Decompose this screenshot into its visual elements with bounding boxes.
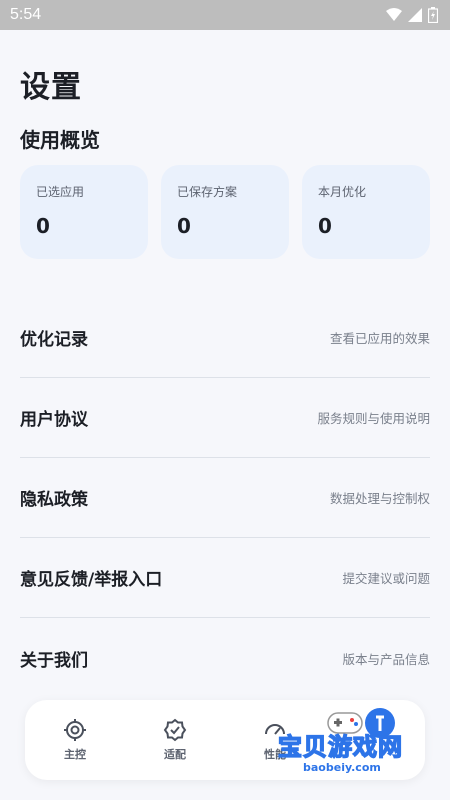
menu-item-title: 意见反馈/举报入口 — [20, 570, 163, 590]
settings-menu: 优化记录 查看已应用的效果 用户协议 服务规则与使用说明 隐私政策 数据处理与控… — [20, 298, 430, 698]
status-time: 5:54 — [10, 6, 42, 23]
nav-item-adaptation[interactable]: 适配 — [130, 718, 220, 762]
usage-stats: 已选应用 0 已保存方案 0 本月优化 0 — [20, 165, 430, 259]
menu-item-optimization-history[interactable]: 优化记录 查看已应用的效果 — [20, 298, 430, 378]
watermark-url: baobeiy.com — [300, 761, 384, 774]
menu-item-desc: 查看已应用的效果 — [329, 331, 430, 346]
page-title: 设置 — [20, 70, 82, 105]
battery-icon — [428, 7, 438, 23]
menu-item-user-agreement[interactable]: 用户协议 服务规则与使用说明 — [20, 378, 430, 458]
watermark: 宝贝游戏网 baobeiy.com — [277, 705, 438, 785]
stat-card-saved-plans: 已保存方案 0 — [161, 165, 289, 259]
nav-label: 适配 — [164, 748, 186, 761]
watermark-text: 宝贝游戏网 — [277, 732, 403, 761]
stat-label: 已选应用 — [36, 185, 85, 199]
menu-item-feedback-report[interactable]: 意见反馈/举报入口 提交建议或问题 — [20, 538, 430, 618]
nav-item-main-control[interactable]: 主控 — [30, 718, 120, 762]
stat-label: 本月优化 — [318, 185, 367, 199]
stat-value: 0 — [36, 214, 50, 238]
menu-item-title: 用户协议 — [20, 410, 88, 430]
menu-item-title: 优化记录 — [20, 330, 88, 350]
stat-card-monthly-optimizations: 本月优化 0 — [302, 165, 430, 259]
cellular-icon — [408, 8, 422, 22]
stat-label: 已保存方案 — [177, 185, 238, 199]
signal-icon — [386, 8, 402, 22]
stat-card-selected-apps: 已选应用 0 — [20, 165, 148, 259]
menu-item-desc: 版本与产品信息 — [342, 651, 430, 667]
menu-item-title: 隐私政策 — [20, 490, 88, 510]
menu-item-about-us[interactable]: 关于我们 版本与产品信息 — [20, 618, 430, 698]
menu-item-privacy-policy[interactable]: 隐私政策 数据处理与控制权 — [20, 458, 430, 538]
menu-item-desc: 数据处理与控制权 — [329, 491, 430, 506]
menu-item-desc: 服务规则与使用说明 — [317, 411, 430, 426]
stat-value: 0 — [318, 214, 332, 238]
overview-title: 使用概览 — [20, 128, 100, 152]
status-icons — [386, 7, 438, 23]
menu-item-desc: 提交建议或问题 — [342, 571, 430, 586]
target-icon — [63, 718, 87, 742]
status-bar: 5:54 — [0, 0, 450, 30]
stat-value: 0 — [177, 214, 191, 238]
badge-check-icon — [163, 718, 187, 742]
nav-label: 主控 — [64, 748, 86, 761]
menu-item-title: 关于我们 — [20, 650, 88, 671]
